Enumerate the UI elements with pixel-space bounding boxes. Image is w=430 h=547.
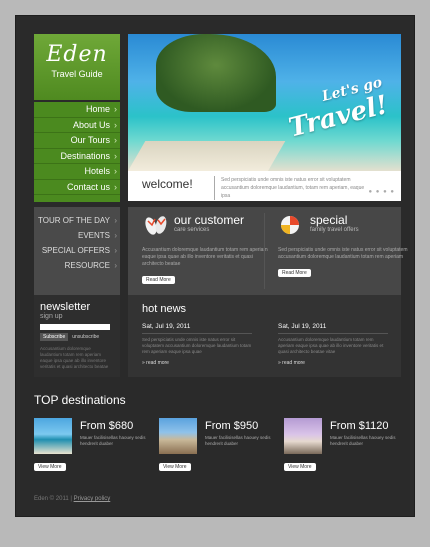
destination-price: From $950 bbox=[205, 420, 259, 432]
hero-beach-image: Let's go Travel! bbox=[128, 34, 401, 171]
destination-desc: Mauer facilisisellas haouey sedis hendre… bbox=[80, 435, 146, 446]
hot-news-panel: hot news Sat, Jul 19, 2011 Sed perspicia… bbox=[128, 295, 401, 377]
top-destinations-title: TOP destinations bbox=[34, 393, 126, 407]
destination-palace-thumbnail[interactable] bbox=[284, 418, 322, 454]
hero-sand-shape bbox=[128, 141, 286, 171]
special-subtitle: family travel offers bbox=[310, 227, 359, 233]
special-offers-block: special family travel offers Sed perspic… bbox=[278, 213, 408, 279]
nav-item-about[interactable]: About Us bbox=[34, 118, 120, 133]
privacy-policy-link[interactable]: Privacy policy bbox=[74, 496, 111, 502]
tour-item-events[interactable]: EVENTS bbox=[34, 228, 120, 243]
copyright-text: Eden © 2011 | bbox=[34, 496, 72, 502]
nav-item-hotels[interactable]: Hotels bbox=[34, 164, 120, 180]
destination-beach-thumbnail[interactable] bbox=[34, 418, 72, 454]
destination-card: From $680 Mauer facilisisellas haouey se… bbox=[34, 418, 154, 478]
special-title: special bbox=[310, 213, 348, 227]
news-item: Sat, Jul 19, 2011 Sed perspiciatis unde … bbox=[142, 323, 252, 366]
slider-pagination[interactable]: ● ● ● ● bbox=[369, 189, 396, 195]
view-more-button[interactable]: View More bbox=[34, 463, 66, 471]
destination-temple-thumbnail[interactable] bbox=[159, 418, 197, 454]
subscribe-button[interactable]: Subscribe bbox=[40, 333, 69, 341]
tour-menu: TOUR OF THE DAY EVENTS SPECIAL OFFERS RE… bbox=[34, 207, 120, 295]
view-more-button[interactable]: View More bbox=[159, 463, 191, 471]
care-text: Accusantium doloremque laudantium totam … bbox=[142, 247, 268, 267]
flip-flops-icon bbox=[145, 216, 167, 235]
destination-card: From $1120 Mauer facilisisellas haouey s… bbox=[284, 418, 404, 478]
news-date: Sat, Jul 19, 2011 bbox=[278, 323, 327, 330]
beach-ball-icon bbox=[281, 216, 299, 234]
care-subtitle: care services bbox=[174, 227, 210, 233]
newsletter-title: newsletter bbox=[40, 301, 91, 313]
hero-banner: Let's go Travel! welcome! Sed perspiciat… bbox=[128, 34, 401, 201]
newsletter-text: Accusantium doloremque laudantium totam … bbox=[40, 346, 109, 369]
nav-item-destinations[interactable]: Destinations bbox=[34, 149, 120, 164]
nav-item-tours[interactable]: Our Tours bbox=[34, 133, 120, 149]
destination-desc: Mauer facilisisellas haouey sedis hendre… bbox=[205, 435, 271, 446]
special-read-more-button[interactable]: Read More bbox=[278, 269, 311, 277]
unsubscribe-link[interactable]: unsubscribe bbox=[72, 334, 99, 340]
nav-item-home[interactable]: Home bbox=[34, 102, 120, 118]
destination-price: From $680 bbox=[80, 420, 134, 432]
news-text[interactable]: Accusantium doloremque laudantium totam … bbox=[278, 337, 388, 355]
services-divider bbox=[264, 213, 265, 289]
newsletter-panel: newsletter sign up Subscribe unsubscribe… bbox=[34, 295, 120, 377]
news-date: Sat, Jul 19, 2011 bbox=[142, 323, 191, 330]
nav-item-contact[interactable]: Contact us bbox=[34, 180, 120, 195]
destination-card: From $950 Mauer facilisisellas haouey se… bbox=[159, 418, 279, 478]
read-more-link[interactable]: » read more bbox=[142, 360, 252, 366]
tour-item-resource[interactable]: RESOURCE bbox=[34, 258, 120, 273]
newsletter-subtitle: sign up bbox=[40, 313, 63, 320]
hero-headline: Let's go Travel! bbox=[282, 74, 391, 143]
news-text[interactable]: Sed perspiciatis unde omnis iste natus e… bbox=[142, 337, 252, 355]
site-logo[interactable]: Eden Travel Guide bbox=[34, 34, 120, 100]
welcome-text: Sed perspiciatis unde omnis iste natus e… bbox=[214, 176, 374, 200]
read-more-link[interactable]: » read more bbox=[278, 360, 388, 366]
footer: Eden © 2011 | Privacy policy bbox=[34, 496, 110, 502]
destination-price: From $1120 bbox=[330, 420, 389, 432]
main-nav: Home About Us Our Tours Destinations Hot… bbox=[34, 102, 120, 202]
special-text: Sed perspiciatis unde omnis iste natus e… bbox=[278, 247, 408, 260]
care-read-more-button[interactable]: Read More bbox=[142, 276, 175, 284]
brand-name: Eden bbox=[46, 42, 108, 67]
tour-item-special-offers[interactable]: SPECIAL OFFERS bbox=[34, 243, 120, 258]
destination-desc: Mauer facilisisellas haouey sedis hendre… bbox=[330, 435, 396, 446]
hero-island-shape bbox=[156, 34, 276, 112]
customer-care-block: our customer care services Accusantium d… bbox=[142, 213, 272, 286]
tour-item-tour-of-day[interactable]: TOUR OF THE DAY bbox=[34, 213, 120, 228]
news-item: Sat, Jul 19, 2011 Accusantium doloremque… bbox=[278, 323, 388, 366]
welcome-label: welcome! bbox=[142, 177, 193, 191]
hot-news-title: hot news bbox=[142, 303, 187, 315]
newsletter-email-input[interactable] bbox=[40, 324, 110, 330]
care-title: our customer bbox=[174, 213, 245, 227]
page-frame: Eden Travel Guide Home About Us Our Tour… bbox=[15, 15, 415, 517]
services-panel: our customer care services Accusantium d… bbox=[128, 207, 408, 295]
view-more-button[interactable]: View More bbox=[284, 463, 316, 471]
brand-tagline: Travel Guide bbox=[51, 69, 103, 79]
